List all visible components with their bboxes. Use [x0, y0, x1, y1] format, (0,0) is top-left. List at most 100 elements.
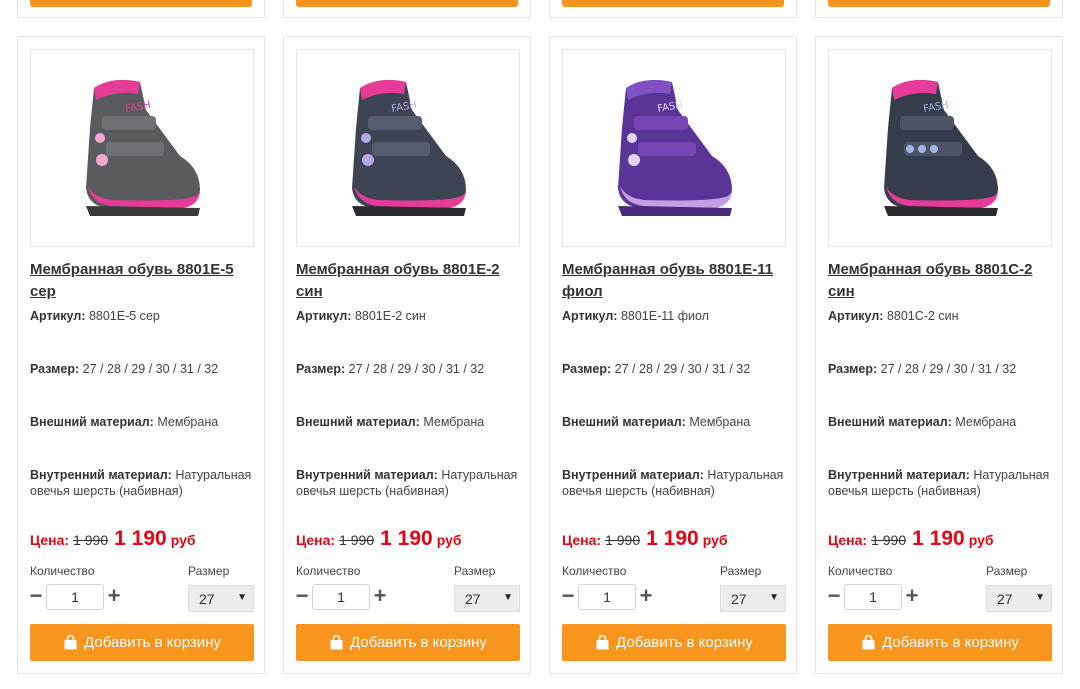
product-inner-material: Внутренний материал: Натуральная овечья … [828, 467, 1056, 499]
quantity-decrease-button[interactable]: − [560, 585, 576, 609]
product-sizes: Размер: 27 / 28 / 29 / 30 / 31 / 32 [828, 361, 1056, 377]
shopping-bag-icon [63, 635, 78, 650]
product-card: FASH Мембранная обувь 8801C-2 син Артику… [815, 36, 1063, 674]
outer-material-value: Мембрана [955, 415, 1017, 429]
new-price: 1 190 [114, 527, 167, 550]
add-to-cart-button[interactable] [562, 0, 784, 7]
add-to-cart-button[interactable] [30, 0, 252, 7]
old-price: 1 990 [871, 532, 907, 548]
quantity-decrease-button[interactable]: − [294, 585, 310, 609]
product-inner-material: Внутренний материал: Натуральная овечья … [30, 467, 258, 499]
price-row: Цена: 1 990 1 190 руб [296, 527, 462, 551]
quantity-input[interactable] [312, 584, 370, 610]
product-inner-material: Внутренний материал: Натуральная овечья … [562, 467, 790, 499]
article-label: Артикул: [30, 309, 86, 323]
product-outer-material: Внешний материал: Мембрана [562, 414, 790, 430]
dropdown-arrow-icon: ▼ [503, 592, 513, 603]
size-label: Размер: [30, 362, 80, 376]
quantity-increase-button[interactable]: + [372, 585, 388, 609]
currency: руб [436, 532, 462, 548]
sizes-value: 27 / 28 / 29 / 30 / 31 / 32 [614, 362, 751, 376]
sizes-value: 27 / 28 / 29 / 30 / 31 / 32 [348, 362, 485, 376]
product-article: Артикул: 8801C-2 син [828, 308, 1056, 324]
old-price: 1 990 [339, 532, 375, 548]
article-value: 8801E-2 син [354, 309, 426, 323]
price-label: Цена: [296, 532, 336, 548]
quantity-increase-button[interactable]: + [106, 585, 122, 609]
size-select[interactable]: 27 ▼ [188, 585, 254, 612]
product-card: FASH Мембранная обувь 8801E-11 фиол Арти… [549, 36, 797, 674]
add-to-cart-label: Добавить в корзину [84, 634, 221, 651]
price-row: Цена: 1 990 1 190 руб [30, 527, 196, 551]
size-select-value: 27 [731, 591, 747, 607]
product-sizes: Размер: 27 / 28 / 29 / 30 / 31 / 32 [30, 361, 258, 377]
inner-material-label: Внутренний материал: [30, 468, 172, 482]
size-select-label: Размер [454, 564, 496, 578]
dropdown-arrow-icon: ▼ [237, 592, 247, 603]
size-select[interactable]: 27 ▼ [720, 585, 786, 612]
inner-material-label: Внутренний материал: [562, 468, 704, 482]
outer-material-value: Мембрана [423, 415, 485, 429]
product-title-link[interactable]: Мембранная обувь 8801E-5 сер [30, 259, 252, 303]
size-select-label: Размер [720, 564, 762, 578]
product-title-link[interactable]: Мембранная обувь 8801E-2 син [296, 259, 518, 303]
outer-material-label: Внешний материал: [30, 415, 154, 429]
article-label: Артикул: [296, 309, 352, 323]
new-price: 1 190 [912, 527, 965, 550]
add-to-cart-label: Добавить в корзину [882, 634, 1019, 651]
product-outer-material: Внешний материал: Мембрана [30, 414, 258, 430]
add-to-cart-button[interactable]: Добавить в корзину [296, 624, 520, 661]
product-image[interactable]: FASH [828, 49, 1052, 247]
quantity-label: Количество [296, 564, 361, 578]
article-value: 8801E-5 сер [88, 309, 160, 323]
currency: руб [968, 532, 994, 548]
quantity-label: Количество [828, 564, 893, 578]
add-to-cart-button[interactable] [296, 0, 518, 7]
sizes-value: 27 / 28 / 29 / 30 / 31 / 32 [82, 362, 219, 376]
product-card-prev-row [549, 0, 797, 18]
add-to-cart-button[interactable]: Добавить в корзину [828, 624, 1052, 661]
product-outer-material: Внешний материал: Мембрана [296, 414, 524, 430]
size-select[interactable]: 27 ▼ [454, 585, 520, 612]
product-outer-material: Внешний материал: Мембрана [828, 414, 1056, 430]
price-row: Цена: 1 990 1 190 руб [828, 527, 994, 551]
article-label: Артикул: [562, 309, 618, 323]
add-to-cart-button[interactable]: Добавить в корзину [30, 624, 254, 661]
shopping-bag-icon [861, 635, 876, 650]
outer-material-value: Мембрана [157, 415, 219, 429]
quantity-input[interactable] [844, 584, 902, 610]
product-article: Артикул: 8801E-5 сер [30, 308, 258, 324]
size-select-label: Размер [986, 564, 1028, 578]
product-article: Артикул: 8801E-11 фиол [562, 308, 790, 324]
size-select-label: Размер [188, 564, 230, 578]
product-image[interactable]: FASH [296, 49, 520, 247]
quantity-decrease-button[interactable]: − [826, 585, 842, 609]
add-to-cart-button[interactable] [828, 0, 1050, 7]
boot-image: FASH [884, 80, 998, 216]
product-inner-material: Внутренний материал: Натуральная овечья … [296, 467, 524, 499]
product-image[interactable]: FASH [562, 49, 786, 247]
quantity-label: Количество [562, 564, 627, 578]
dropdown-arrow-icon: ▼ [1035, 592, 1045, 603]
quantity-decrease-button[interactable]: − [28, 585, 44, 609]
add-to-cart-button[interactable]: Добавить в корзину [562, 624, 786, 661]
size-label: Размер: [296, 362, 346, 376]
quantity-increase-button[interactable]: + [904, 585, 920, 609]
quantity-input[interactable] [46, 584, 104, 610]
size-label: Размер: [562, 362, 612, 376]
outer-material-value: Мембрана [689, 415, 751, 429]
inner-material-label: Внутренний материал: [296, 468, 438, 482]
size-select[interactable]: 27 ▼ [986, 585, 1052, 612]
quantity-increase-button[interactable]: + [638, 585, 654, 609]
quantity-input[interactable] [578, 584, 636, 610]
product-sizes: Размер: 27 / 28 / 29 / 30 / 31 / 32 [296, 361, 524, 377]
product-card-prev-row [283, 0, 531, 18]
product-card-prev-row [17, 0, 265, 18]
product-title-link[interactable]: Мембранная обувь 8801E-11 фиол [562, 259, 784, 303]
product-title-link[interactable]: Мембранная обувь 8801C-2 син [828, 259, 1050, 303]
article-label: Артикул: [828, 309, 884, 323]
product-image[interactable]: FASH [30, 49, 254, 247]
boot-image: FASH [352, 80, 466, 216]
quantity-label: Количество [30, 564, 95, 578]
product-card: FASH Мембранная обувь 8801E-5 сер Артику… [17, 36, 265, 674]
